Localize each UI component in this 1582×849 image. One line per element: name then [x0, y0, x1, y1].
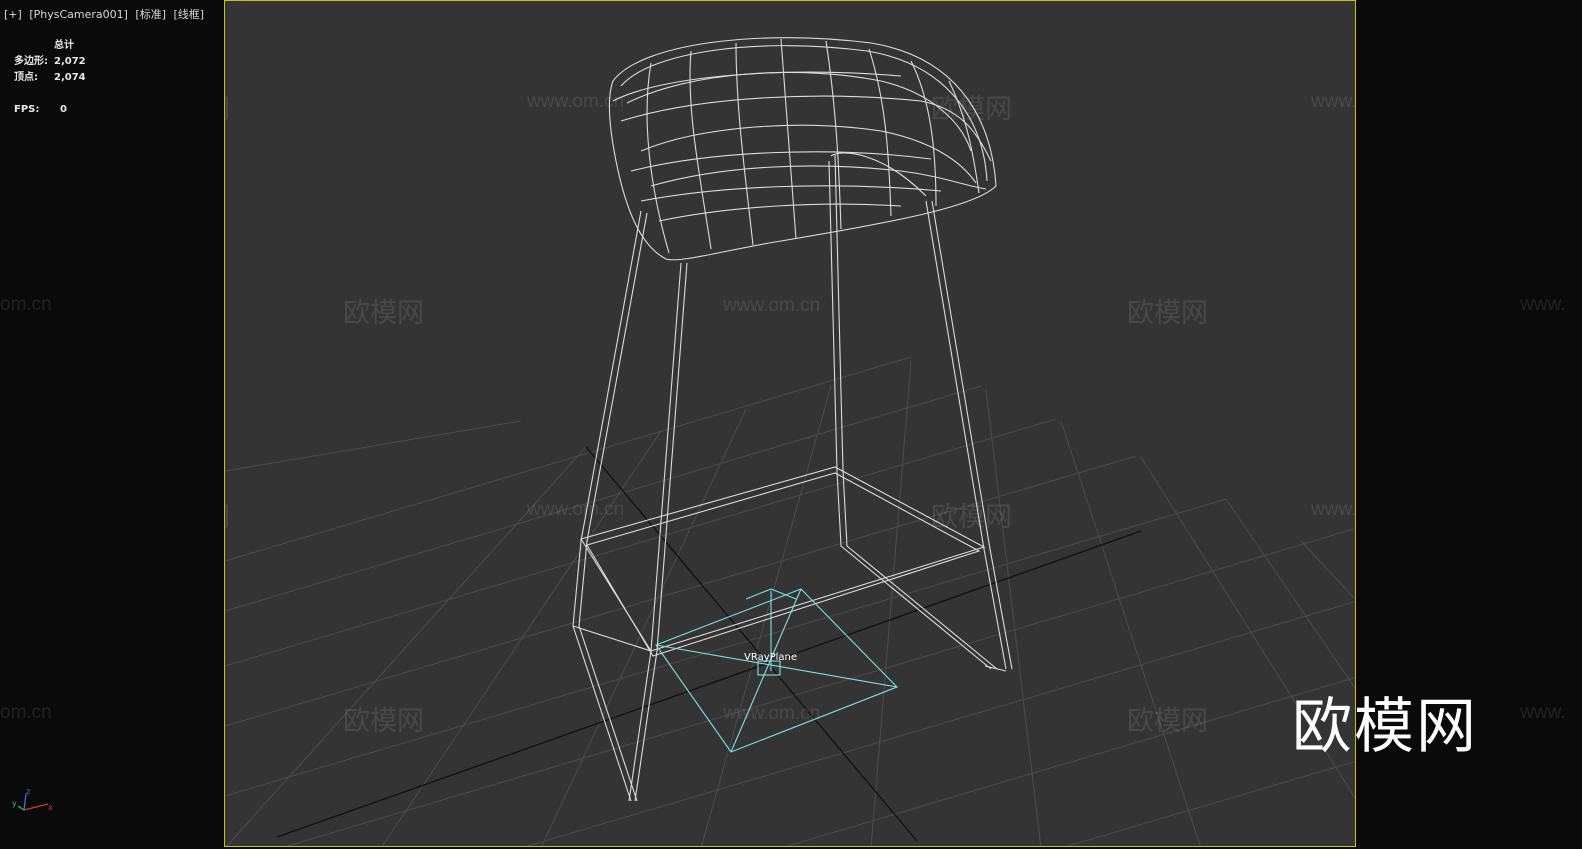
axis-x-label: x: [48, 803, 53, 812]
polygons-value: 2,072: [54, 56, 86, 67]
vertices-value: 2,074: [54, 72, 86, 83]
stats-panel: 总计 多边形: 2,072 顶点: 2,074 FPS: 0: [14, 38, 86, 118]
stats-vertices-row: 顶点: 2,074: [14, 70, 86, 86]
viewport-display-button[interactable]: [线框]: [174, 8, 205, 21]
viewport-shading-button[interactable]: [标准]: [135, 8, 166, 21]
brand-logo: 欧模网: [1292, 692, 1478, 762]
fps-value: 0: [60, 104, 67, 115]
viewport-label: [+] [PhysCamera001] [标准] [线框]: [4, 6, 208, 22]
axis-gizmo-icon: x y z: [12, 788, 53, 812]
watermark-url-prefix: www.: [1520, 294, 1566, 315]
watermark-url-fragment: om.cn: [0, 702, 52, 723]
vrayplane-label[interactable]: VRayPlane: [744, 652, 797, 663]
fps-label: FPS:: [14, 104, 40, 115]
viewport-menu-button[interactable]: [+]: [4, 8, 22, 21]
vertices-label: 顶点:: [14, 72, 38, 83]
watermark-url-prefix: www.: [1520, 702, 1566, 723]
polygons-label: 多边形:: [14, 56, 48, 67]
axis-y-label: y: [12, 799, 17, 808]
axis-z-label: z: [26, 788, 30, 796]
watermark-url-fragment: om.cn: [0, 294, 52, 315]
viewport-scene[interactable]: [225, 1, 1356, 847]
camera-safe-frame[interactable]: 欧模网 www.om.cn 欧模网 www.om.cn 欧模网 www.om.c…: [224, 0, 1356, 847]
stats-header: 总计: [54, 40, 74, 51]
stats-polygons-row: 多边形: 2,072: [14, 54, 86, 70]
stats-fps-row: FPS: 0: [14, 102, 86, 118]
stool-wireframe: [572, 37, 1013, 802]
world-axes: [276, 446, 1142, 842]
vrayplane-helper: [655, 588, 898, 753]
viewport-camera-button[interactable]: [PhysCamera001]: [29, 8, 128, 21]
ground-grid: [225, 356, 1355, 846]
